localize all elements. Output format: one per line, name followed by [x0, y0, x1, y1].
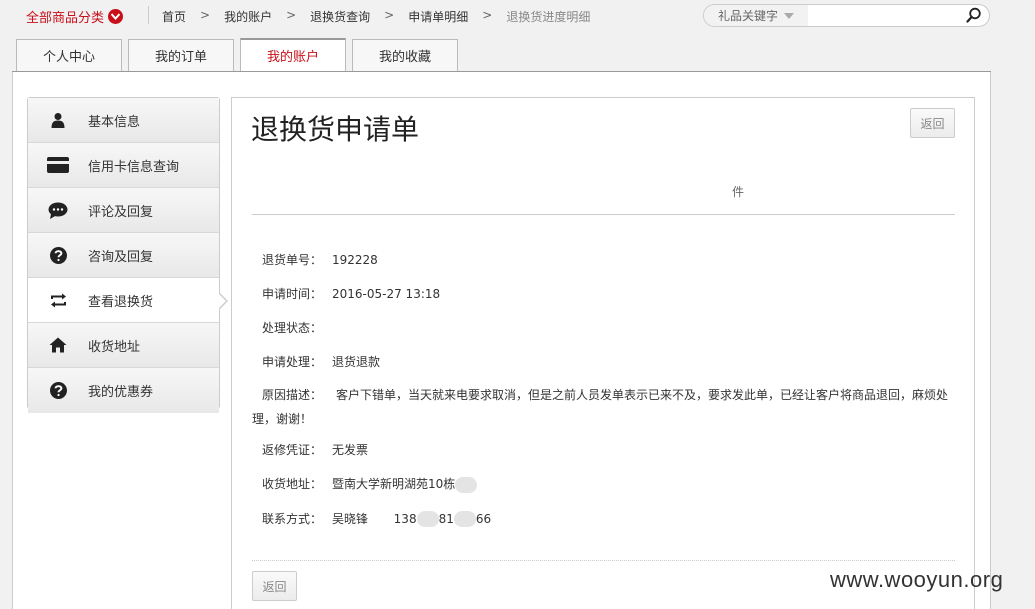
- sidebar-item-address[interactable]: 收货地址: [28, 323, 219, 368]
- field-value: 吴晓锋 138 81 66: [332, 511, 492, 527]
- field-status: 处理状态：: [252, 320, 952, 336]
- field-label: 原因描述：: [262, 388, 323, 402]
- search-icon[interactable]: [966, 7, 982, 26]
- sidebar-item-basic-info[interactable]: 基本信息: [28, 98, 219, 143]
- all-categories-button[interactable]: 全部商品分类: [26, 7, 124, 26]
- question-icon: [28, 246, 88, 264]
- sidebar-item-label: 查看退换货: [88, 294, 154, 310]
- redaction-blur: [455, 476, 478, 493]
- sidebar-item-label: 我的优惠券: [88, 385, 154, 400]
- user-icon: [28, 112, 88, 128]
- breadcrumb-home[interactable]: 首页: [162, 8, 186, 25]
- field-label: 申请时间：: [262, 287, 323, 301]
- credit-card-icon: [28, 157, 88, 173]
- field-voucher: 返修凭证： 无发票: [252, 442, 952, 458]
- divider: [148, 6, 149, 24]
- search-input[interactable]: [810, 6, 960, 25]
- sidebar: 基本信息 信用卡信息查询 评论及回复 咨询及回复 查看退换货 收货地址 我的优惠…: [27, 97, 228, 413]
- sidebar-item-comments[interactable]: 评论及回复: [28, 188, 219, 233]
- return-details: 退货单号： 192228 申请时间： 2016-05-27 13:18 处理状态…: [252, 252, 952, 545]
- tab-personal-center[interactable]: 个人中心: [16, 39, 122, 71]
- divider: [252, 214, 955, 215]
- search-category-select[interactable]: 礼品关键字: [704, 5, 808, 26]
- field-value: 退货退款: [332, 355, 381, 369]
- field-label: 退货单号：: [262, 253, 323, 267]
- field-contact: 联系方式： 吴晓锋 138 81 66: [252, 511, 952, 527]
- active-pointer: [219, 293, 228, 309]
- contact-phone: 66: [475, 511, 492, 526]
- field-value: 2016-05-27 13:18: [332, 287, 441, 301]
- breadcrumb-my-account[interactable]: 我的账户: [224, 8, 272, 25]
- sidebar-item-label: 信用卡信息查询: [88, 159, 180, 175]
- question-icon: [28, 382, 88, 399]
- chevron-down-icon: [108, 9, 124, 24]
- field-reason: 原因描述： 客户下错单，当天就来电要求取消，但是之前人员发单表示已来不及，要求发此…: [252, 383, 952, 431]
- breadcrumb-return-query[interactable]: 退换货查询: [310, 8, 370, 25]
- exchange-icon: [28, 293, 88, 308]
- all-categories-label: 全部商品分类: [26, 11, 105, 26]
- search-category-label: 礼品关键字: [718, 9, 779, 23]
- search-box: 礼品关键字: [703, 4, 990, 27]
- redaction-blur: [416, 511, 439, 527]
- sidebar-item-consult[interactable]: 咨询及回复: [28, 233, 219, 278]
- field-return-no: 退货单号： 192228: [252, 252, 952, 268]
- tab-my-favorites[interactable]: 我的收藏: [352, 39, 458, 71]
- field-apply-time: 申请时间： 2016-05-27 13:18: [252, 286, 952, 302]
- field-label: 申请处理：: [262, 355, 323, 369]
- back-button-bottom[interactable]: 返回: [252, 571, 297, 601]
- field-value: 无发票: [332, 443, 369, 457]
- watermark: www.wooyun.org: [830, 567, 1004, 592]
- sidebar-item-label: 收货地址: [88, 339, 141, 355]
- main-tabs: 个人中心 我的订单 我的账户 我的收藏: [16, 38, 458, 72]
- comment-icon: [28, 202, 88, 219]
- breadcrumb-separator: >: [200, 8, 211, 22]
- top-bar: 全部商品分类 首页 > 我的账户 > 退换货查询 > 申请单明细 > 退换货进度…: [0, 0, 1035, 30]
- breadcrumb-separator: >: [286, 8, 297, 22]
- address-text: 暨南大学新明湖苑10栋: [332, 477, 456, 491]
- redaction-blur: [453, 511, 476, 527]
- sidebar-item-label: 咨询及回复: [88, 249, 154, 265]
- main-panel: 退换货申请单 返回 件 退货单号： 192228 申请时间： 2016-05-2…: [231, 97, 975, 609]
- page-title: 退换货申请单: [251, 113, 420, 146]
- breadcrumb-separator: >: [384, 8, 395, 22]
- breadcrumb-separator: >: [482, 8, 493, 22]
- field-value: 192228: [332, 253, 378, 267]
- sidebar-item-label: 评论及回复: [88, 204, 154, 220]
- field-value: 客户下错单，当天就来电要求取消，但是之前人员发单表示已来不及，要求发此单，已经让…: [252, 388, 949, 426]
- divider: [252, 560, 955, 561]
- sidebar-item-coupons[interactable]: 我的优惠券: [28, 368, 219, 413]
- sidebar-item-view-returns[interactable]: 查看退换货: [28, 278, 228, 323]
- tab-my-orders[interactable]: 我的订单: [128, 39, 234, 71]
- sidebar-item-credit-card[interactable]: 信用卡信息查询: [28, 143, 219, 188]
- field-label: 返修凭证：: [262, 443, 323, 457]
- back-button-top[interactable]: 返回: [910, 108, 955, 138]
- home-icon: [28, 337, 88, 353]
- caret-down-icon: [784, 12, 795, 19]
- field-value: 暨南大学新明湖苑10栋: [332, 476, 478, 493]
- field-label: 联系方式：: [262, 511, 323, 526]
- breadcrumb-current: 退换货进度明细: [506, 10, 591, 24]
- tab-my-account[interactable]: 我的账户: [240, 38, 346, 71]
- sidebar-item-label: 基本信息: [88, 114, 141, 130]
- field-label: 收货地址：: [262, 477, 323, 491]
- contact-name: 吴晓锋: [332, 511, 369, 526]
- field-apply-process: 申请处理： 退货退款: [252, 354, 952, 370]
- field-address: 收货地址： 暨南大学新明湖苑10栋: [252, 476, 952, 493]
- contact-phone: 81: [438, 511, 454, 526]
- field-label: 处理状态：: [262, 321, 323, 335]
- breadcrumb: 首页 > 我的账户 > 退换货查询 > 申请单明细 > 退换货进度明细: [162, 8, 590, 25]
- breadcrumb-application-detail[interactable]: 申请单明细: [408, 8, 468, 25]
- progress-steps-label: 件: [732, 185, 745, 199]
- contact-phone: 138: [393, 511, 417, 526]
